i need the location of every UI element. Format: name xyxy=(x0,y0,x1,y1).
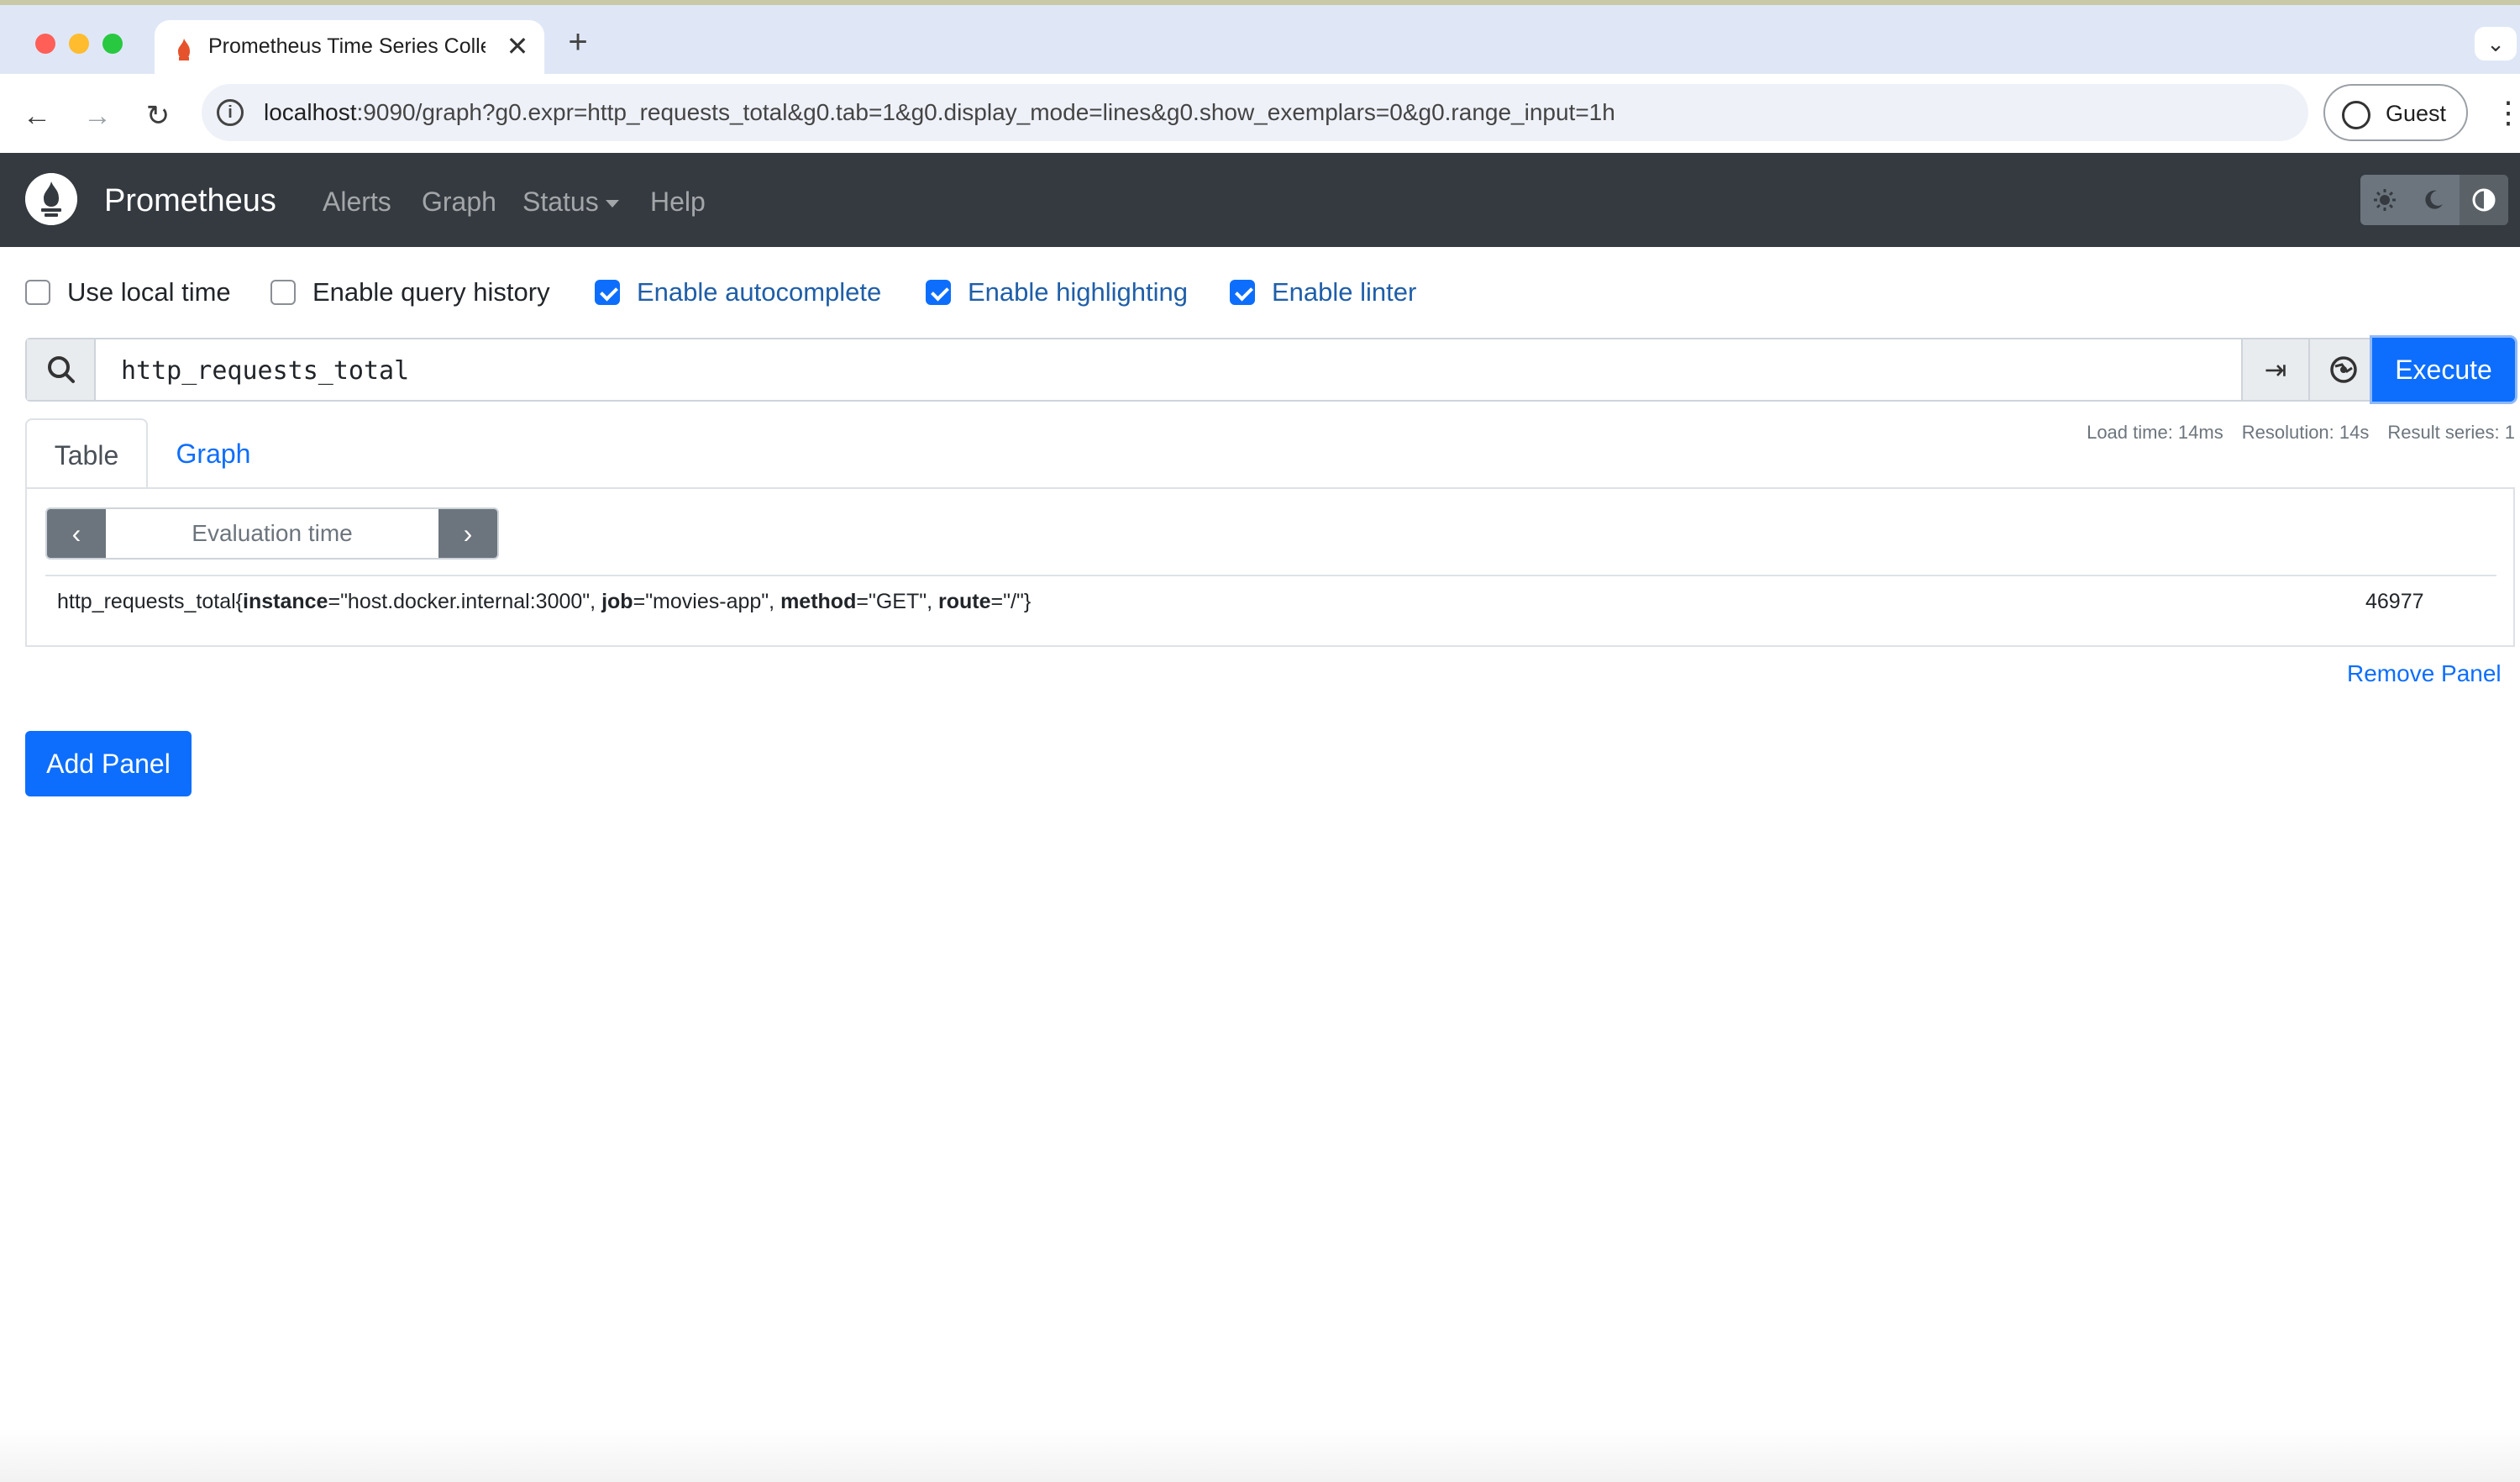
url-text[interactable]: localhost:9090/graph?g0.expr=http_reques… xyxy=(264,99,1615,126)
tab-graph[interactable]: Graph xyxy=(148,418,279,489)
table-row: http_requests_total{instance="host.docke… xyxy=(45,575,2496,625)
option-enable-query-history[interactable]: Enable query history xyxy=(270,276,550,309)
nav-alerts-link[interactable]: Alerts xyxy=(323,187,391,218)
prometheus-navbar: Prometheus Alerts Graph Status Help xyxy=(0,153,2520,247)
remove-panel-link[interactable]: Remove Panel xyxy=(2347,660,2502,687)
evaluation-time-input[interactable]: Evaluation time xyxy=(106,509,438,558)
tab-search-chevron-icon[interactable]: ⌄ xyxy=(2475,27,2517,60)
checkbox-enable-autocomplete[interactable] xyxy=(595,280,620,305)
expression-input[interactable]: http_requests_total xyxy=(121,356,409,386)
tab-close-icon[interactable]: ✕ xyxy=(501,30,534,62)
tab-table[interactable]: Table xyxy=(25,418,148,489)
nav-status-dropdown[interactable]: Status xyxy=(522,187,619,218)
option-label: Enable autocomplete xyxy=(637,277,882,307)
sun-icon[interactable] xyxy=(2360,175,2409,225)
new-tab-button[interactable]: + xyxy=(561,24,595,61)
profile-label: Guest xyxy=(2386,101,2447,126)
nav-help-link[interactable]: Help xyxy=(650,187,706,218)
bottom-shade xyxy=(0,1428,2520,1482)
window-minimize-button[interactable] xyxy=(69,34,89,54)
brand-title[interactable]: Prometheus xyxy=(104,183,276,219)
option-label: Enable highlighting xyxy=(968,277,1188,307)
window-close-button[interactable] xyxy=(35,34,55,54)
series-value: 46977 xyxy=(2365,590,2424,613)
checkbox-enable-highlighting[interactable] xyxy=(926,280,951,305)
browser-tab-strip: Prometheus Time Series Collection and Pr… xyxy=(0,0,2520,79)
load-time-stat: Load time: 14ms xyxy=(2087,422,2223,443)
nav-graph-link[interactable]: Graph xyxy=(422,187,496,218)
option-use-local-time[interactable]: Use local time xyxy=(25,276,231,309)
checkbox-use-local-time[interactable] xyxy=(25,280,50,305)
evaluation-time-picker: ‹ Evaluation time › xyxy=(45,507,499,560)
address-bar[interactable]: i localhost:9090/graph?g0.expr=http_requ… xyxy=(202,84,2308,141)
resolution-stat: Resolution: 14s xyxy=(2241,422,2370,443)
option-enable-highlighting[interactable]: Enable highlighting xyxy=(926,276,1188,309)
checkbox-enable-linter[interactable] xyxy=(1230,280,1255,305)
add-panel-button[interactable]: Add Panel xyxy=(25,731,192,796)
profile-button[interactable]: Guest xyxy=(2323,84,2468,141)
chevron-left-icon[interactable]: ‹ xyxy=(47,509,106,558)
series-label: http_requests_total{instance="host.docke… xyxy=(57,590,1032,613)
reload-icon[interactable]: ↻ xyxy=(139,97,176,134)
window-zoom-button[interactable] xyxy=(102,34,123,54)
option-label: Use local time xyxy=(67,277,231,307)
execute-button[interactable]: Execute xyxy=(2372,338,2515,402)
format-expression-icon[interactable]: ⇥ xyxy=(2241,339,2308,400)
option-label: Enable linter xyxy=(1272,277,1417,307)
forward-arrow-icon[interactable]: → xyxy=(79,97,116,134)
theme-switcher xyxy=(2360,175,2508,225)
query-stats: Load time: 14ms Resolution: 14s Result ser… xyxy=(2068,422,2515,444)
profile-icon xyxy=(2342,101,2370,129)
search-icon xyxy=(27,339,96,400)
chevron-right-icon[interactable]: › xyxy=(438,509,497,558)
table-panel: ‹ Evaluation time › http_requests_total{… xyxy=(25,487,2515,647)
moon-icon[interactable] xyxy=(2409,175,2458,225)
contrast-icon[interactable] xyxy=(2460,175,2508,225)
checkbox-enable-query-history[interactable] xyxy=(270,280,296,305)
option-label: Enable query history xyxy=(312,277,550,307)
tab-title: Prometheus Time Series Collection and Pr… xyxy=(208,34,486,58)
back-arrow-icon[interactable]: ← xyxy=(18,97,55,134)
browser-tab-active[interactable]: Prometheus Time Series Collection and Pr… xyxy=(155,20,544,79)
metrics-explorer-icon[interactable] xyxy=(2308,339,2376,400)
site-info-icon[interactable]: i xyxy=(217,99,244,126)
option-enable-autocomplete[interactable]: Enable autocomplete xyxy=(595,276,881,309)
result-series-stat: Result series: 1 xyxy=(2387,422,2515,443)
expression-input-group: http_requests_total ⇥ xyxy=(25,338,2517,402)
caret-down-icon xyxy=(605,200,619,208)
prometheus-favicon-icon xyxy=(178,39,190,60)
prometheus-logo-icon[interactable] xyxy=(25,173,77,225)
option-enable-linter[interactable]: Enable linter xyxy=(1230,276,1416,309)
browser-menu-icon[interactable]: ⋮ xyxy=(2493,92,2520,133)
